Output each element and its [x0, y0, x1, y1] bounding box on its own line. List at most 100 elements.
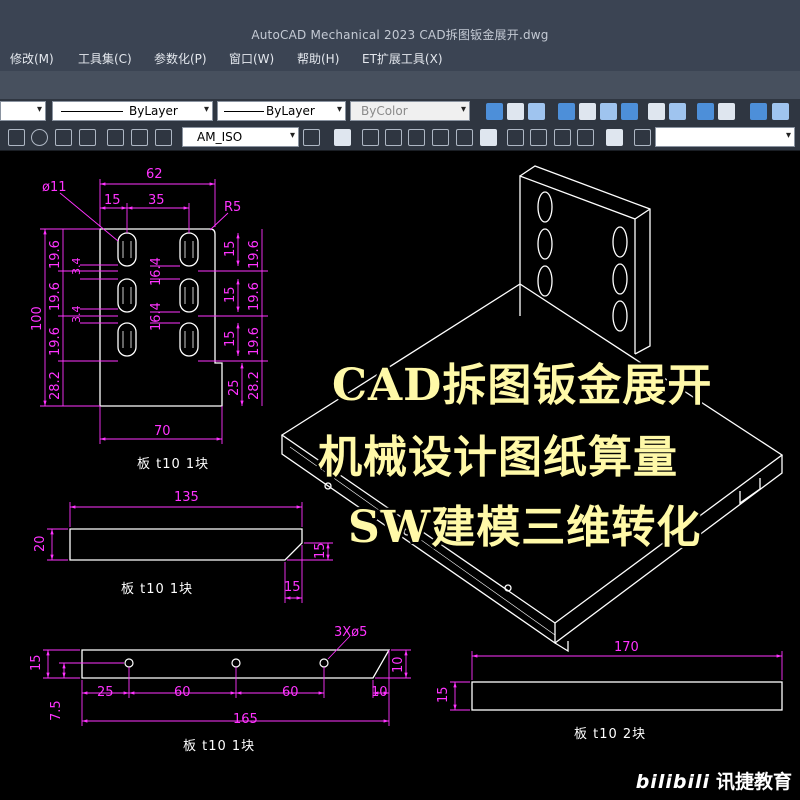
menu-bar: 修改(M) 工具集(C) 参数化(P) 窗口(W) 帮助(H) ET扩展工具(X…	[0, 45, 800, 71]
promo-line-1: CAD拆图钣金展开	[332, 360, 713, 411]
view-left-icon[interactable]	[554, 129, 571, 146]
menu-toolset[interactable]: 工具集(C)	[78, 50, 132, 67]
dim-15-chamfer-h: 15	[284, 580, 301, 595]
dim-20: 20	[33, 535, 48, 552]
join-icon[interactable]	[697, 103, 714, 120]
dim-right-15-c: 15	[223, 330, 238, 347]
ribbon-strip	[0, 71, 800, 99]
dim-10-v: 10	[391, 656, 406, 673]
caption-bar-165: 板 t10 1块	[183, 739, 256, 754]
layer-combo[interactable]: ▾	[0, 101, 46, 121]
jogged-dim-icon[interactable]	[79, 129, 96, 146]
dim-3xd5: 3Xø5	[334, 625, 367, 640]
view-combo[interactable]: ▾	[655, 127, 795, 147]
view-top-icon[interactable]	[507, 129, 524, 146]
cylinder-icon[interactable]	[408, 129, 425, 146]
mirror-icon[interactable]	[558, 103, 575, 120]
color-combo[interactable]: ByColor ▾	[350, 101, 470, 121]
title-bar: AutoCAD Mechanical 2023 CAD拆图钣金展开.dwg	[0, 0, 800, 45]
torus-icon[interactable]	[480, 129, 497, 146]
move-icon[interactable]	[507, 103, 524, 120]
chevron-down-icon: ▾	[203, 104, 209, 115]
brand-watermark: bilibili 讯捷教育	[636, 767, 792, 794]
dimstyle-combo[interactable]: AM_ISO ▾	[182, 127, 299, 147]
slotted-plate-view: 62 15 35 R5 ø11 19.6 19.6 19.6 28.2 100 …	[30, 167, 268, 444]
trim-icon[interactable]	[621, 103, 638, 120]
lineweight-combo[interactable]: ByLayer ▾	[217, 101, 346, 121]
linetype-combo[interactable]: ByLayer ▾	[52, 101, 213, 121]
brand-name: 讯捷教育	[715, 771, 792, 793]
dim-3-4-a: 3.4	[70, 258, 83, 276]
dim-left-19-6-b: 19.6	[48, 282, 63, 311]
caption-bar-170: 板 t10 2块	[574, 727, 647, 742]
extend-icon[interactable]	[648, 103, 665, 120]
fillet-icon[interactable]	[750, 103, 767, 120]
dim-62: 62	[146, 167, 163, 182]
stretch-icon[interactable]	[600, 103, 617, 120]
dim-r5: R5	[224, 200, 241, 215]
radius-dim-icon[interactable]	[31, 129, 48, 146]
lineweight-value: ByLayer	[266, 104, 315, 118]
dim-right-28-2: 28.2	[247, 371, 262, 400]
chamfer-icon[interactable]	[718, 103, 735, 120]
dim-right-19-6-a: 19.6	[247, 240, 262, 269]
properties-toolbar: ▾ ByLayer ▾ ByLayer ▾ ByColor ▾	[0, 99, 800, 124]
caption-bar-135: 板 t10 1块	[121, 582, 194, 597]
dim-70: 70	[154, 424, 171, 439]
linear-dim-icon[interactable]	[8, 129, 25, 146]
color-value: ByColor	[361, 104, 408, 118]
linetype-value: ByLayer	[129, 104, 178, 118]
dim-15-r: 15	[436, 686, 451, 703]
camera-icon[interactable]	[606, 129, 623, 146]
dim-left-19-6-c: 19.6	[48, 327, 63, 356]
cone-icon[interactable]	[432, 129, 449, 146]
dim-15-chamfer-v: 15	[313, 542, 328, 559]
sphere-icon[interactable]	[456, 129, 473, 146]
dim-edit-icon[interactable]	[303, 129, 320, 146]
view-iso-icon[interactable]	[577, 129, 594, 146]
block-icon[interactable]	[334, 129, 351, 146]
menu-et-tools[interactable]: ET扩展工具(X)	[362, 50, 443, 67]
menu-parametric[interactable]: 参数化(P)	[154, 50, 207, 67]
caption-slotted-plate: 板 t10 1块	[137, 457, 210, 472]
break-icon[interactable]	[669, 103, 686, 120]
drawing-canvas[interactable]: 62 15 35 R5 ø11 19.6 19.6 19.6 28.2 100 …	[0, 151, 800, 800]
dim-165: 165	[233, 712, 258, 727]
dim-dia11: ø11	[42, 180, 67, 195]
dim-60-b: 60	[282, 685, 299, 700]
baseline-dim-icon[interactable]	[107, 129, 124, 146]
dim-left-19-6-a: 19.6	[48, 240, 63, 269]
explode-icon[interactable]	[772, 103, 789, 120]
dim-170: 170	[614, 640, 639, 655]
continue-dim-icon[interactable]	[131, 129, 148, 146]
dim-right-15-a: 15	[223, 240, 238, 257]
dim-space-icon[interactable]	[155, 129, 172, 146]
dim-15: 15	[104, 193, 121, 208]
promo-line-2: 机械设计图纸算量	[318, 432, 678, 483]
dim-15-v: 15	[29, 654, 44, 671]
window-title: AutoCAD Mechanical 2023 CAD拆图钣金展开.dwg	[251, 28, 549, 42]
copy-icon[interactable]	[486, 103, 503, 120]
scale-icon[interactable]	[579, 103, 596, 120]
dim-7-5: 7.5	[49, 700, 64, 721]
ucs-icon[interactable]	[634, 129, 651, 146]
chevron-down-icon: ▾	[336, 104, 342, 115]
chevron-down-icon: ▾	[289, 130, 295, 141]
wedge-icon[interactable]	[385, 129, 402, 146]
rotate-icon[interactable]	[528, 103, 545, 120]
box-icon[interactable]	[362, 129, 379, 146]
menu-help[interactable]: 帮助(H)	[297, 50, 339, 67]
bar-170-view: 170 15	[436, 640, 783, 711]
chevron-down-icon: ▾	[460, 104, 466, 115]
view-front-icon[interactable]	[530, 129, 547, 146]
aligned-dim-icon[interactable]	[55, 129, 72, 146]
chevron-down-icon: ▾	[785, 130, 791, 141]
dim-16-4-a: 16.4	[149, 257, 164, 286]
dim-10-h: 10	[371, 685, 388, 700]
promo-line-3: SW建模三维转化	[348, 502, 702, 553]
dim-right-19-6-c: 19.6	[247, 327, 262, 356]
dim-60-a: 60	[174, 685, 191, 700]
menu-window[interactable]: 窗口(W)	[229, 50, 274, 67]
menu-modify[interactable]: 修改(M)	[10, 50, 54, 67]
dimstyle-value: AM_ISO	[197, 130, 243, 144]
